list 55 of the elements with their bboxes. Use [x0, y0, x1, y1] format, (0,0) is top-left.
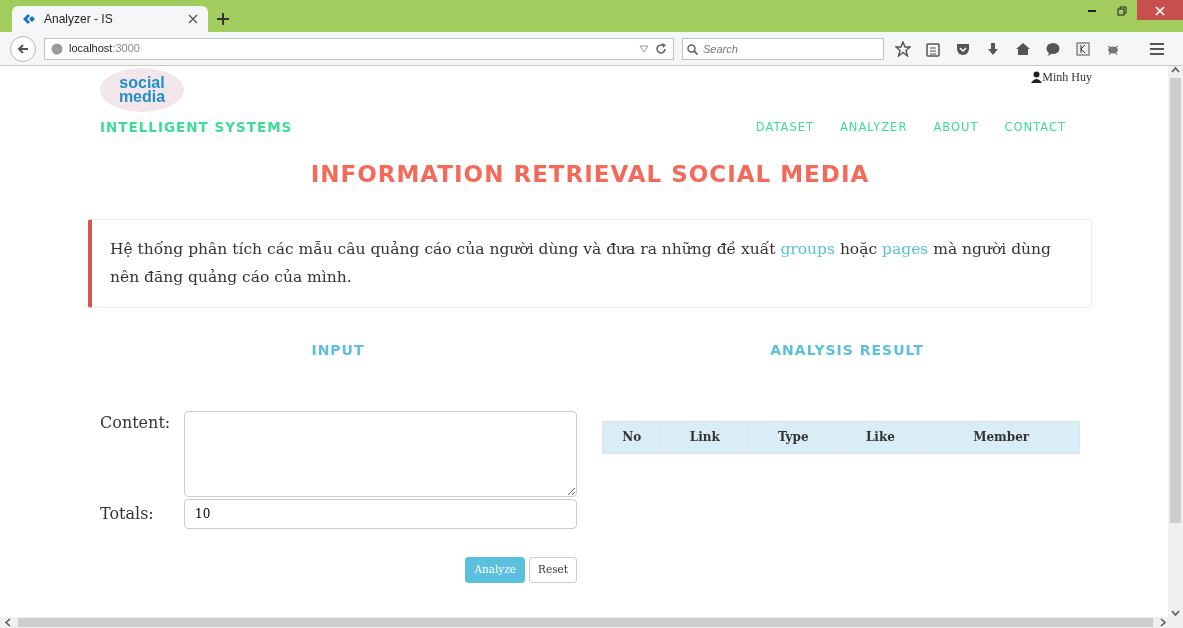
- address-bar[interactable]: localhost:3000: [44, 37, 674, 60]
- back-arrow-icon: [17, 42, 29, 55]
- column-header: Like: [837, 421, 923, 454]
- menu-icon[interactable]: [1149, 40, 1165, 57]
- home-icon[interactable]: [1015, 40, 1031, 57]
- field-label: Totals:: [100, 502, 155, 525]
- extension-icon[interactable]: [1075, 40, 1091, 57]
- download-icon[interactable]: [985, 40, 1001, 57]
- minimize-icon: [1088, 9, 1096, 12]
- nav-link[interactable]: CONTACT: [1004, 118, 1066, 136]
- totals-field[interactable]: 10: [184, 498, 577, 529]
- close-icon: [1155, 5, 1165, 16]
- brand-name[interactable]: INTELLIGENT SYSTEMS: [100, 117, 293, 138]
- content-field[interactable]: [184, 410, 577, 497]
- star-icon[interactable]: [895, 40, 911, 57]
- column-header: Member: [922, 421, 1080, 454]
- user-icon: [1031, 71, 1043, 83]
- text-link[interactable]: groups: [780, 239, 835, 258]
- analyze-button[interactable]: Analyze: [465, 556, 526, 583]
- back-button[interactable]: [10, 35, 36, 62]
- scrollbar-thumb[interactable]: [18, 618, 1153, 627]
- user-name[interactable]: Minh Huy: [1042, 68, 1092, 86]
- tab-title: Analyzer - IS: [44, 11, 114, 28]
- scroll-right-icon[interactable]: [1159, 618, 1167, 627]
- nav-link[interactable]: ABOUT: [933, 118, 979, 136]
- close-window-button[interactable]: [1137, 0, 1183, 20]
- nav-link[interactable]: ANALYZER: [840, 118, 908, 136]
- notice-text: Hệ thống phân tích các mẫu câu quảng cáo của người dùng và đưa ra những đề xuất groups hoặc pages mà người dùng nên đăng quảng cáo của mình.: [88, 218, 1092, 308]
- nav-link[interactable]: DATASET: [755, 118, 814, 136]
- page-icon: [22, 13, 36, 25]
- section-heading: ANALYSIS RESULT: [769, 340, 925, 360]
- globe-icon: [51, 42, 63, 55]
- reset-button[interactable]: Reset: [529, 556, 577, 583]
- scroll-left-icon[interactable]: [4, 618, 12, 627]
- browser-tab[interactable]: Analyzer - IS: [12, 6, 208, 32]
- column-header: Type: [748, 421, 838, 454]
- clipboard-icon[interactable]: [925, 40, 941, 57]
- close-icon[interactable]: [188, 14, 198, 24]
- logo[interactable]: social media: [100, 68, 184, 112]
- search-icon: [687, 43, 698, 55]
- plus-icon[interactable]: [216, 12, 230, 26]
- section-heading: INPUT: [310, 340, 366, 360]
- column-header: Link: [660, 421, 749, 454]
- scroll-up-icon[interactable]: [1171, 66, 1180, 74]
- scrollbar-thumb[interactable]: [1170, 78, 1181, 523]
- restore-icon: [1117, 5, 1127, 16]
- chat-icon[interactable]: [1045, 40, 1061, 57]
- field-label: Content:: [100, 411, 172, 434]
- page-title: INFORMATION RETRIEVAL SOCIAL MEDIA: [309, 161, 871, 189]
- column-header: No: [602, 421, 661, 454]
- text-link[interactable]: pages: [882, 239, 929, 258]
- search-field[interactable]: Search: [682, 37, 884, 60]
- url-text: localhost:3000: [69, 41, 141, 57]
- scroll-down-icon[interactable]: [1171, 609, 1180, 617]
- reload-icon[interactable]: [655, 42, 667, 55]
